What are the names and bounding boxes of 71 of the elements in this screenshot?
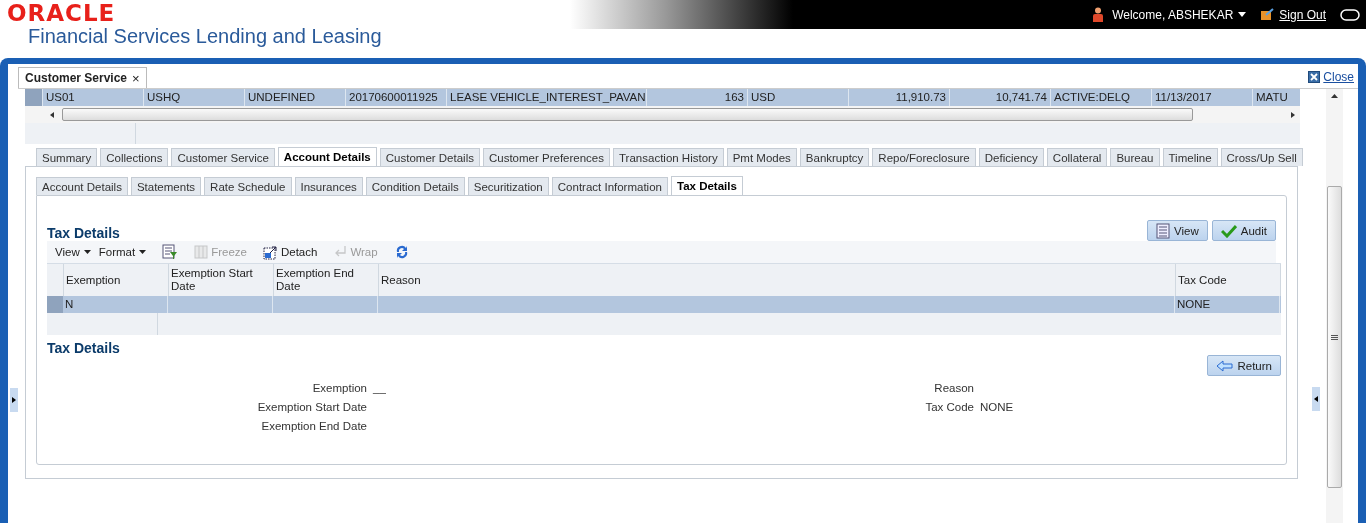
tab[interactable]: Condition Details [365,177,465,195]
tab[interactable]: Customer Preferences [482,148,610,166]
welcome-menu[interactable]: Welcome, ABSHEKAR [1112,7,1234,22]
tab[interactable]: Bankruptcy [799,148,870,166]
field-label: Reason [933,382,974,394]
tab[interactable]: Tax Details [670,176,743,195]
columns-icon [194,245,209,259]
tab[interactable]: Account Details [36,177,128,195]
close-icon[interactable]: × [132,70,140,86]
view-button[interactable]: View [1147,220,1208,241]
field-label: Tax Code [924,401,974,413]
table-cell: N [65,298,74,310]
tab[interactable]: Customer Service [171,148,275,166]
tab[interactable]: Timeline [1162,148,1218,166]
scroll-up-icon[interactable] [1331,94,1338,98]
field-value: __ [373,382,386,394]
filter-icon[interactable] [162,244,179,260]
tab[interactable]: Rate Schedule [204,177,292,195]
tab[interactable]: Bureau [1110,148,1160,166]
section-title: Tax Details [47,225,120,241]
tab[interactable]: Securitization [467,177,549,195]
tab[interactable]: Transaction History [613,148,724,166]
tab[interactable]: Summary [36,148,98,166]
tab[interactable]: Repo/Foreclosure [872,148,976,166]
vertical-scrollbar[interactable] [1326,89,1343,523]
audit-button[interactable]: Audit [1211,220,1276,241]
tab[interactable]: Cross/Up Sell [1220,148,1303,166]
scroll-right-icon[interactable] [1291,111,1295,118]
window-icon [1340,8,1360,21]
field-label: Exemption End Date [260,420,367,432]
tab[interactable]: Statements [130,177,202,195]
table-cell: NONE [1177,298,1211,310]
caret-icon [83,250,91,254]
caret-icon [139,250,147,254]
caret-icon[interactable] [1238,12,1247,17]
grip-icon[interactable] [1331,334,1338,340]
tab[interactable]: Insurances [294,177,363,195]
field-label: Exemption Start Date [256,401,367,413]
tab[interactable]: Deficiency [978,148,1044,166]
tab[interactable]: Collateral [1046,148,1108,166]
close-icon[interactable] [1308,71,1321,83]
back-arrow-icon [1216,359,1234,372]
product-title: Financial Services Lending and Leasing [28,24,382,48]
user-icon [1092,6,1105,23]
field-value: NONE [980,401,1014,413]
close-link[interactable]: Close [1323,70,1354,84]
document-icon [1156,222,1171,239]
summary-row[interactable]: US01 USHQ UNDEFINED 20170600011925 LEASE VEHICLE_INTEREST_PAVAN 163 USD 11,910.73 10,741.74 ACTIVE:DELQ 11/13/2017 MATU [25,89,1300,106]
horizontal-scrollbar[interactable] [25,106,1300,123]
tab[interactable]: Collections [100,148,169,166]
sign-out-icon[interactable] [1260,8,1275,21]
table-row[interactable]: N NONE [47,296,1281,313]
expand-handle[interactable] [10,388,18,412]
field-label: Exemption [311,382,367,394]
return-button[interactable]: Return [1207,355,1281,376]
tab[interactable]: Customer Details [379,148,480,166]
scroll-left-icon[interactable] [50,111,54,118]
detach-button[interactable]: Detach [262,244,318,260]
checkmark-icon [1220,223,1237,238]
collapse-handle[interactable] [1312,387,1320,411]
toolbar-menu[interactable]: Format [98,246,147,258]
wrap-icon [333,245,348,259]
oracle-logo: ORACLE [7,2,117,24]
section-title: Tax Details [47,340,120,356]
page-tab[interactable]: Customer Service × [18,67,147,88]
tab[interactable]: Account Details [277,147,377,166]
tab[interactable]: Contract Information [551,177,668,195]
sign-out-link[interactable]: Sign Out [1279,7,1326,22]
detach-icon [262,244,278,260]
tab[interactable]: Pmt Modes [726,148,797,166]
toolbar-menu[interactable]: View [55,246,91,258]
